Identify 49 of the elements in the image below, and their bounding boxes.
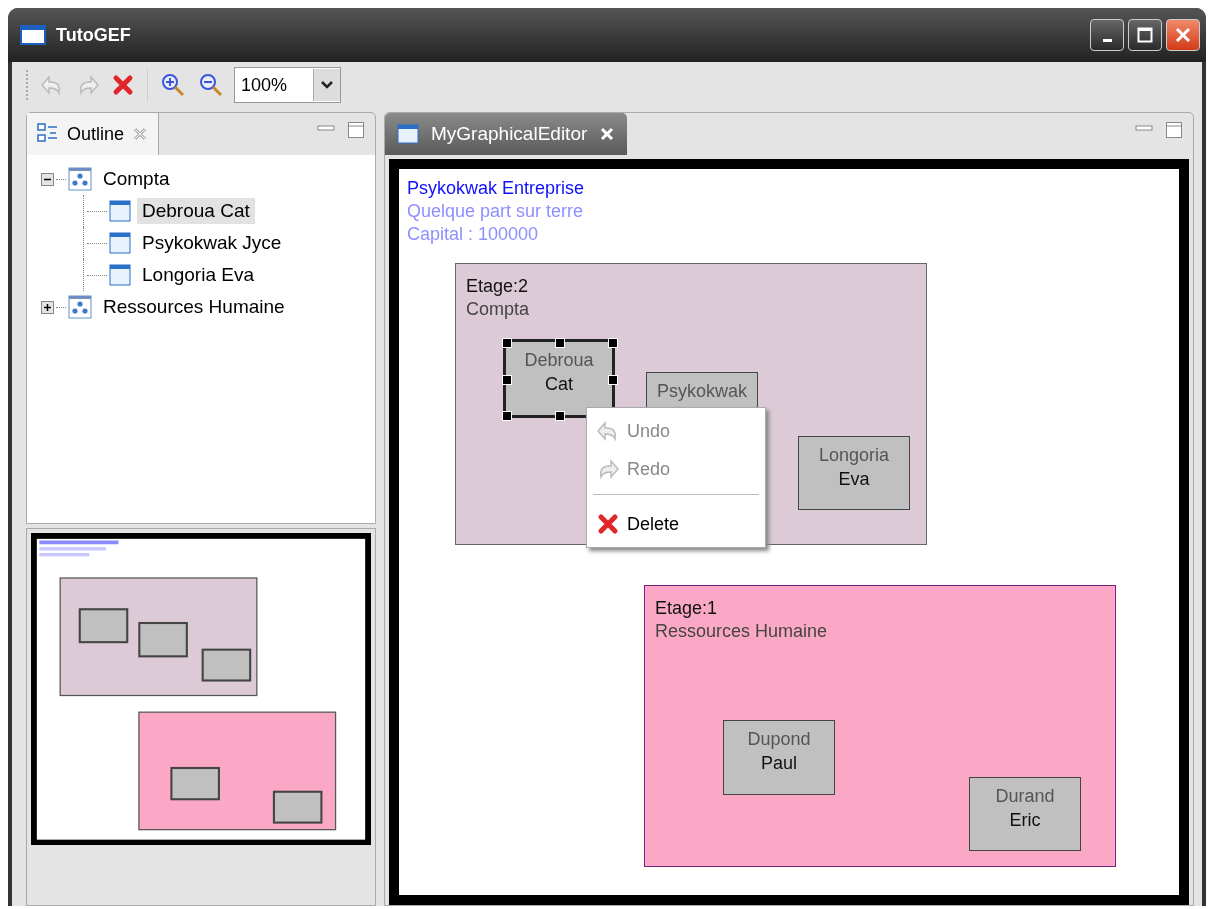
selection-handle[interactable] <box>608 374 618 385</box>
maximize-icon[interactable] <box>1165 121 1183 139</box>
floor-name: Ressources Humaine <box>655 621 828 642</box>
outline-icon <box>37 123 59 145</box>
floor-label: Etage:2 <box>466 276 529 297</box>
employee-box[interactable]: Durand Eric <box>969 777 1081 851</box>
minimize-button[interactable] <box>1090 19 1124 51</box>
employee-icon <box>109 200 131 222</box>
company-address: Quelque part sur terre <box>407 200 585 223</box>
expander-icon[interactable] <box>41 172 54 186</box>
minimize-icon <box>1102 38 1112 42</box>
employee-box[interactable]: Longoria Eva <box>798 436 910 510</box>
floor-icon <box>68 295 92 319</box>
maximize-icon[interactable] <box>347 121 365 139</box>
selection-handle[interactable] <box>608 338 618 348</box>
floor-box[interactable]: Etage:1 Ressources Humaine Dupond Paul Durand Eric <box>644 585 1116 867</box>
close-icon[interactable] <box>599 126 616 142</box>
window-title: TutoGEF <box>56 24 131 46</box>
editor-icon <box>397 124 419 144</box>
tree-item[interactable]: Compta <box>98 166 175 192</box>
outline-tab[interactable]: Outline <box>27 113 160 155</box>
close-button[interactable] <box>1166 19 1200 51</box>
employee-icon <box>109 264 131 286</box>
floor-icon <box>68 167 92 191</box>
employee-box[interactable]: Debroua Cat <box>503 339 615 418</box>
floor-name: Compta <box>466 299 530 320</box>
close-icon <box>1175 27 1191 43</box>
selection-handle[interactable] <box>502 338 512 348</box>
maximize-icon <box>1137 27 1153 43</box>
employee-icon <box>109 232 131 254</box>
menu-item[interactable]: Delete <box>587 505 765 543</box>
caret-icon <box>321 80 333 90</box>
zoom-combo[interactable]: 100% <box>234 67 341 103</box>
selection-handle[interactable] <box>555 411 565 421</box>
expander-icon[interactable] <box>41 300 54 314</box>
company-capital: Capital : 100000 <box>407 223 540 246</box>
floor-label: Etage:1 <box>655 598 718 619</box>
tree-item[interactable]: Debroua Cat <box>137 198 255 224</box>
company-name: Psykokwak Entreprise <box>407 177 585 200</box>
tree-item[interactable]: Longoria Eva <box>137 262 259 288</box>
window-icon <box>20 25 46 45</box>
editor-tab[interactable]: MyGraphicalEditor <box>385 113 628 155</box>
selection-handle[interactable] <box>555 338 565 348</box>
selection-handle[interactable] <box>502 374 512 385</box>
selection-handle[interactable] <box>502 411 512 421</box>
tree-item[interactable]: Ressources Humaine <box>98 294 290 320</box>
maximize-button[interactable] <box>1128 19 1162 51</box>
tree-item[interactable]: Psykokwak Jyce <box>137 230 287 256</box>
employee-box[interactable]: Dupond Paul <box>723 720 835 795</box>
